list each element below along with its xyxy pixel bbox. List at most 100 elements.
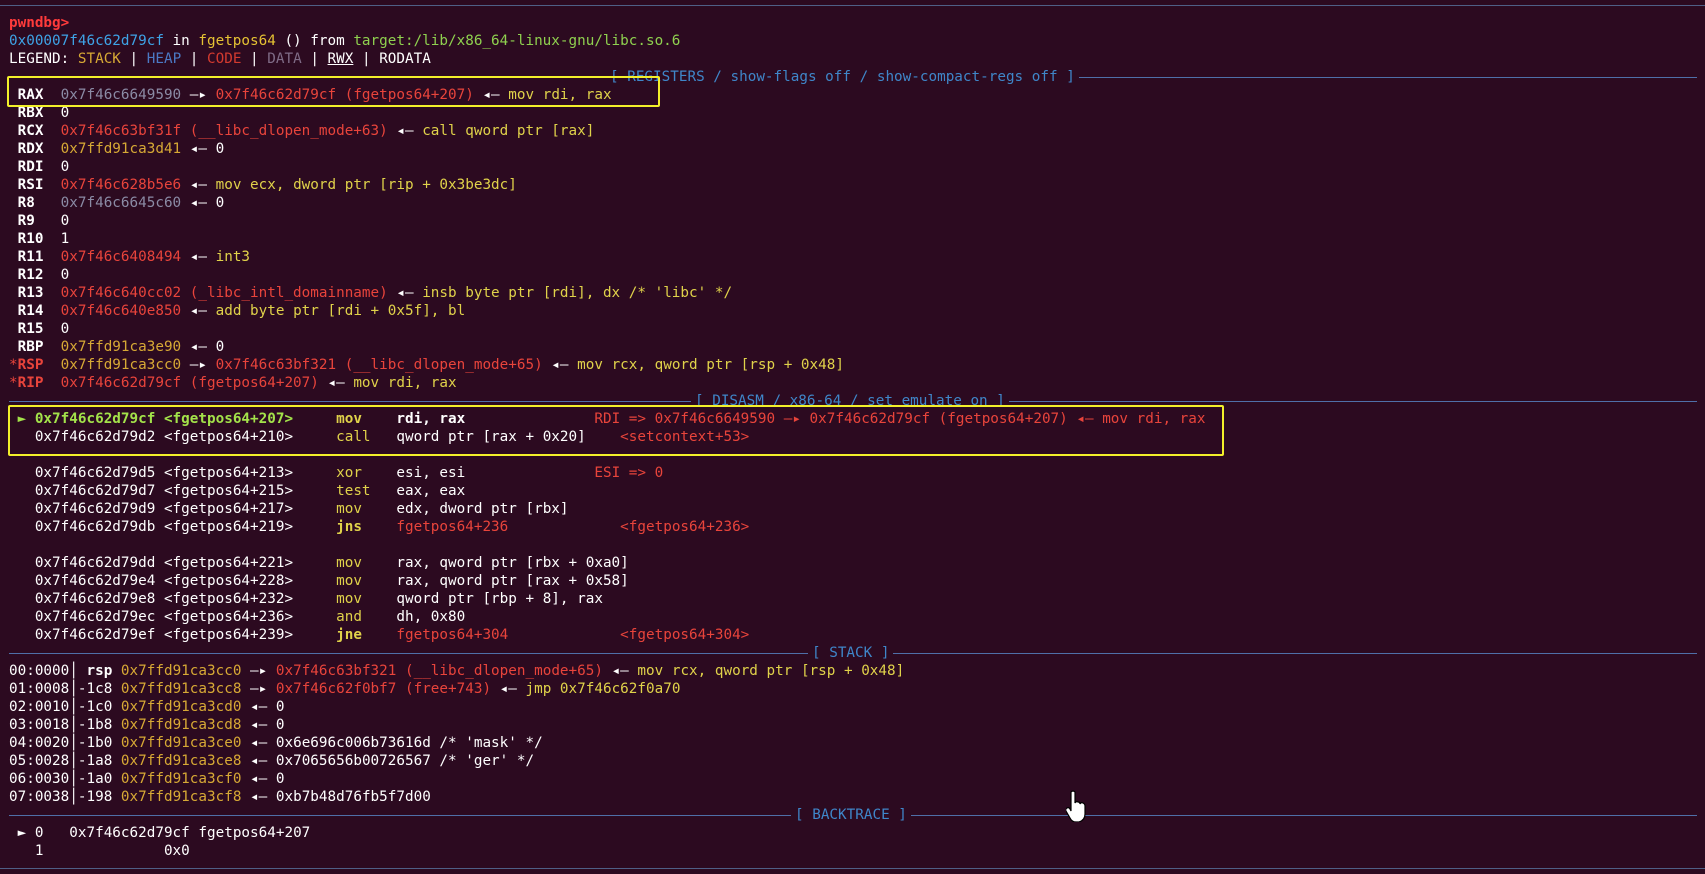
stack-address: 0x7ffd91ca3cd8 (120, 717, 242, 733)
disasm-row: 0x7f46c62d79d9 <fgetpos64+217> mov edx, … (9, 500, 1705, 518)
register-pad (43, 249, 60, 265)
backtrace-marker: ► (9, 825, 35, 841)
deref-arrow: ◂— (241, 699, 276, 715)
stack-offset: -1b0 (77, 735, 113, 751)
disasm-address: 0x7f46c62d79d2 (34, 429, 156, 445)
current-instruction-marker (9, 591, 35, 607)
current-instruction-marker (9, 465, 35, 481)
stack-index: 02:0010 (9, 699, 70, 715)
disasm-symbol: <fgetpos64+239> (163, 627, 337, 643)
deref-arrow: ◂— (473, 87, 509, 103)
stack-value: jmp 0x7f46c62f0a70 (525, 681, 681, 697)
stack-offset: -1a8 (77, 753, 113, 769)
disasm-symbol: <fgetpos64+228> (163, 573, 337, 589)
register-changed-mark (9, 249, 18, 265)
deref-arrow: ◂— (241, 735, 276, 751)
register-value: 0x7f46c6645c60 (60, 195, 182, 211)
deref-arrow: ◂— (181, 339, 216, 355)
stack-space (112, 735, 121, 751)
register-value: 0x7f46c640cc02 (_libc_intl_domainname) (60, 285, 388, 301)
register-insn: 0 (215, 339, 225, 355)
register-pad (43, 339, 60, 355)
disasm-address: 0x7f46c62d79ec (34, 609, 156, 625)
register-changed-mark (9, 123, 18, 139)
register-value: 0x7f46c640e850 (60, 303, 182, 319)
disasm-row: 0x7f46c62d79d7 <fgetpos64+215> test eax,… (9, 482, 1705, 500)
disasm-space (155, 411, 164, 427)
register-value: 0 (60, 213, 70, 229)
register-value: 0x7f46c628b5e6 (60, 177, 182, 193)
disasm-mnemonic: mov (336, 591, 397, 607)
stack-space (112, 789, 121, 805)
deref-arrow: ◂— (542, 357, 578, 373)
disasm-symbol: <fgetpos64+221> (163, 555, 337, 571)
deref-arrow: —▸ (241, 681, 276, 697)
disasm-mnemonic: and (336, 609, 397, 625)
disasm-mnemonic: mov (336, 501, 397, 517)
top-divider (0, 5, 1705, 6)
stack-space (112, 681, 121, 697)
register-insn: mov rcx, qword ptr [rsp + 0x48] (577, 357, 844, 373)
stack-address: 0x7ffd91ca3cd0 (120, 699, 242, 715)
register-changed-mark (9, 141, 18, 157)
legend-data: DATA (267, 51, 302, 67)
disasm-mnemonic: jns (336, 519, 397, 535)
register-row: RCX 0x7f46c63bf31f (__libc_dlopen_mode+6… (9, 122, 1705, 140)
register-pad (43, 375, 60, 391)
disasm-space (155, 573, 164, 589)
stack-index: 06:0030 (9, 771, 70, 787)
register-row: RDX 0x7ffd91ca3d41 ◂— 0 (9, 140, 1705, 158)
disasm-header: [ DISASM / x86-64 / set emulate on ] (9, 392, 1705, 410)
disasm-mnemonic: mov (336, 555, 397, 571)
legend-stack: STACK (77, 51, 121, 67)
disasm-space (155, 465, 164, 481)
stack-offset: -1c0 (77, 699, 113, 715)
backtrace-address: 0x7f46c62d79cf (69, 825, 190, 841)
register-pad (35, 195, 61, 211)
stack-value: 0x6e696c006b73616d /* 'mask' */ (275, 735, 543, 751)
stack-panel: 00:0000│ rsp 0x7ffd91ca3cc0 —▸ 0x7f46c63… (9, 662, 1705, 806)
disasm-row: 0x7f46c62d79d5 <fgetpos64+213> xor esi, … (9, 464, 1705, 482)
deref-arrow: ◂— (181, 249, 216, 265)
register-value: 0x7f46c6649590 (60, 87, 182, 103)
register-pad (43, 303, 60, 319)
register-changed-mark (9, 159, 18, 175)
disasm-row: 0x7f46c62d79e4 <fgetpos64+228> mov rax, … (9, 572, 1705, 590)
stack-separator: │ (69, 753, 78, 769)
stop-function: fgetpos64 (198, 33, 276, 49)
disasm-operands: fgetpos64+236 (396, 519, 621, 535)
register-name: RAX (17, 87, 44, 103)
disasm-comment: <fgetpos64+304> (620, 627, 750, 643)
register-pad (35, 213, 61, 229)
legend-label: LEGEND: (9, 51, 78, 67)
deref-arrow: ◂— (491, 681, 526, 697)
stack-separator: │ (69, 789, 78, 805)
register-row: RBP 0x7ffd91ca3e90 ◂— 0 (9, 338, 1705, 356)
deref-arrow: ◂— (241, 771, 276, 787)
register-name: R11 (17, 249, 44, 265)
register-row: R15 0 (9, 320, 1705, 338)
disasm-space (155, 501, 164, 517)
stack-separator: │ (69, 663, 78, 679)
backtrace-panel: ► 0 0x7f46c62d79cf fgetpos64+207 1 0x0 (9, 824, 1705, 860)
deref-arrow: ◂— (181, 141, 216, 157)
register-target: 0x7f46c63bf321 (__libc_dlopen_mode+65) (215, 357, 543, 373)
disasm-comment: ESI => 0 (594, 465, 664, 481)
register-pad (43, 159, 60, 175)
register-row: R12 0 (9, 266, 1705, 284)
disasm-space (155, 483, 164, 499)
stop-location: 0x00007f46c62d79cf in fgetpos64 () from … (9, 32, 1705, 50)
disasm-space (155, 519, 164, 535)
disasm-symbol: <fgetpos64+217> (163, 501, 337, 517)
backtrace-address: 0x0 (69, 843, 190, 859)
register-name: R10 (17, 231, 44, 247)
stack-space (112, 663, 121, 679)
deref-arrow: ◂— (181, 177, 216, 193)
disasm-symbol: <fgetpos64+210> (163, 429, 337, 445)
disasm-address: 0x7f46c62d79e4 (34, 573, 156, 589)
disasm-mnemonic: call (336, 429, 397, 445)
terminal-output[interactable]: pwndbg> 0x00007f46c62d79cf in fgetpos64 … (9, 14, 1705, 860)
register-insn: mov rdi, rax (353, 375, 457, 391)
register-changed-mark (9, 195, 18, 211)
disasm-symbol: <fgetpos64+219> (163, 519, 337, 535)
